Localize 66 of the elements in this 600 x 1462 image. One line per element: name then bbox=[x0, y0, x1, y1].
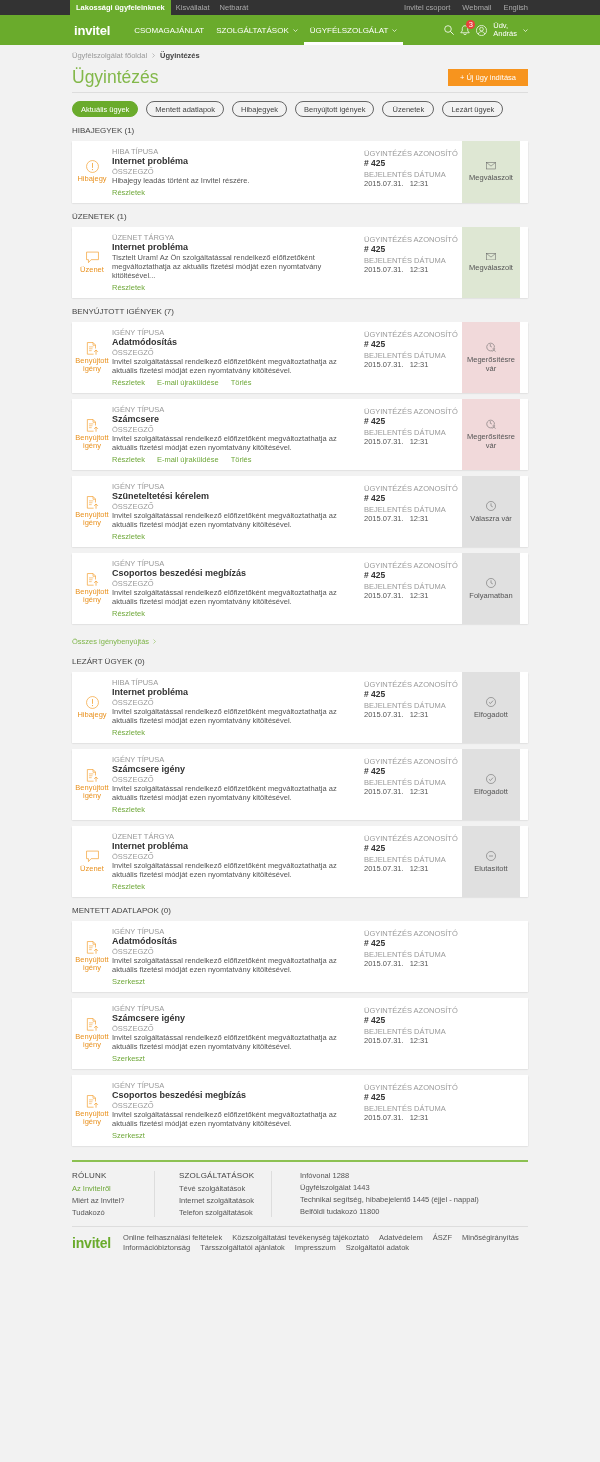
check-circle-icon bbox=[486, 773, 496, 784]
case-title: Adatmódosítás bbox=[112, 936, 177, 947]
speech-bubble-icon bbox=[85, 849, 99, 863]
chevron-icon bbox=[153, 639, 157, 644]
document-upload-icon bbox=[85, 1017, 99, 1031]
document-upload-icon bbox=[85, 768, 99, 782]
case-title: Internet probléma bbox=[112, 156, 188, 167]
section-heading: BENYÚJTOTT IGÉNYEK (7) bbox=[72, 307, 175, 317]
footer-logo[interactable]: invitel bbox=[72, 1234, 112, 1251]
case-id: # 425 bbox=[364, 244, 386, 255]
document-upload-icon bbox=[85, 572, 99, 586]
caret-icon bbox=[392, 28, 398, 32]
case-title: Adatmódosítás bbox=[112, 337, 177, 348]
case-id: # 425 bbox=[364, 493, 386, 504]
caret-icon[interactable] bbox=[523, 28, 528, 32]
case-id: # 425 bbox=[364, 689, 386, 700]
case-title: Számcsere igény bbox=[112, 1013, 186, 1024]
case-id: # 425 bbox=[364, 766, 386, 777]
case-title: Internet probléma bbox=[112, 687, 188, 698]
nav-item[interactable]: SZOLGÁLTATÁSOK bbox=[210, 15, 304, 45]
document-upload-icon bbox=[85, 418, 99, 432]
case-title: Számcsere igény bbox=[112, 764, 186, 775]
footer-heading: SZOLGÁLTATÁSOK bbox=[179, 1171, 255, 1181]
case-id: # 425 bbox=[364, 158, 386, 169]
clock-person-icon bbox=[486, 419, 496, 429]
case-title: Csoportos beszedési megbízás bbox=[112, 568, 247, 579]
bell-icon[interactable] bbox=[460, 25, 471, 35]
alert-circle-icon bbox=[85, 695, 99, 709]
section-heading: MENTETT ADATLAPOK (0) bbox=[72, 906, 172, 916]
case-id: # 425 bbox=[364, 339, 386, 350]
document-upload-icon bbox=[85, 940, 99, 954]
case-id: # 425 bbox=[364, 416, 386, 427]
case-title: Szüneteltetési kérelem bbox=[112, 491, 210, 502]
page-title: Ügyintézés bbox=[72, 66, 159, 88]
envelope-icon bbox=[486, 252, 496, 261]
section-heading: ÜZENETEK (1) bbox=[72, 212, 128, 222]
document-upload-icon bbox=[85, 1094, 99, 1108]
footer-heading: RÓLUNK bbox=[72, 1171, 107, 1181]
envelope-icon bbox=[486, 162, 496, 170]
document-upload-icon bbox=[85, 495, 99, 509]
document-upload-icon bbox=[85, 341, 99, 355]
alert-circle-icon bbox=[85, 160, 99, 174]
nav-item[interactable]: CSOMAGAJÁNLAT bbox=[128, 15, 211, 45]
section-heading: LEZÁRT ÜGYEK (0) bbox=[72, 657, 146, 667]
caret-icon bbox=[292, 28, 298, 32]
section-heading: HIBAJEGYEK (1) bbox=[72, 126, 136, 136]
case-id: # 425 bbox=[364, 570, 386, 581]
clock-icon bbox=[486, 500, 496, 511]
search-icon[interactable] bbox=[444, 25, 455, 35]
case-title: Internet probléma bbox=[112, 242, 188, 253]
speech-bubble-icon bbox=[85, 250, 99, 264]
case-id: # 425 bbox=[364, 938, 386, 949]
minus-circle-icon bbox=[486, 850, 496, 861]
case-id: # 425 bbox=[364, 1015, 386, 1026]
user-circle-icon[interactable] bbox=[476, 24, 488, 36]
check-circle-icon bbox=[486, 696, 496, 707]
clock-icon bbox=[486, 577, 496, 588]
logo[interactable]: invitel bbox=[74, 15, 111, 45]
case-title: Számcsere bbox=[112, 414, 160, 425]
case-title: Internet probléma bbox=[112, 841, 188, 852]
case-title: Csoportos beszedési megbízás bbox=[112, 1090, 247, 1101]
chevron-icon bbox=[152, 52, 156, 58]
case-id: # 425 bbox=[364, 1092, 386, 1103]
case-id: # 425 bbox=[364, 843, 386, 854]
clock-person-icon bbox=[486, 342, 496, 352]
nav-item[interactable]: ÜGYFÉLSZOLGÁLAT bbox=[303, 15, 404, 45]
